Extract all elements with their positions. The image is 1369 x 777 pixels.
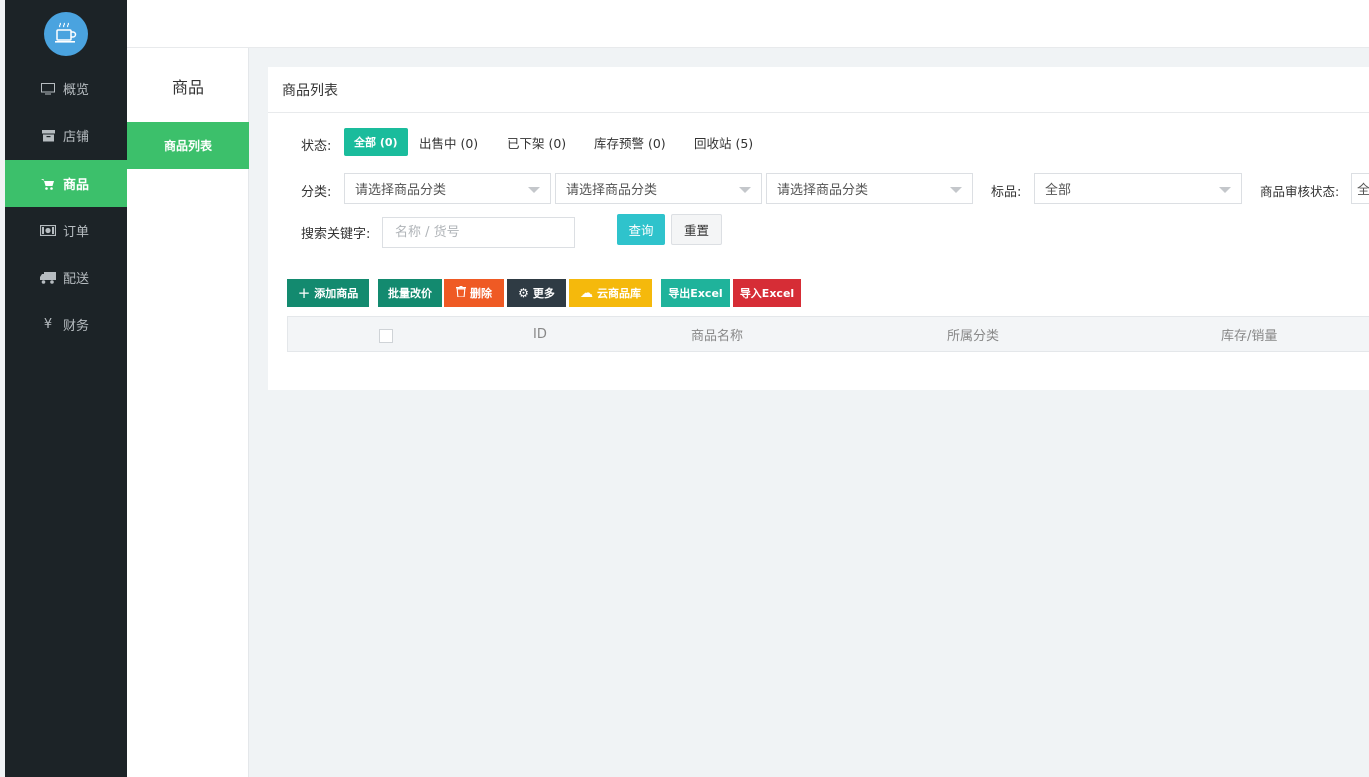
category-select-level1[interactable]: 请选择商品分类: [344, 173, 551, 204]
status-tab-on-sale[interactable]: 出售中 (0): [419, 128, 478, 156]
button-label: 导出Excel: [668, 287, 723, 300]
keyword-label: 搜索关键字:: [301, 227, 371, 242]
table-header: ID 商品名称 所属分类 库存/销量: [287, 316, 1369, 352]
reset-button[interactable]: 重置: [671, 214, 722, 245]
column-header-name: 商品名称: [691, 328, 744, 344]
sidebar-item-finance[interactable]: ¥ 财务: [5, 301, 127, 348]
select-all-checkbox[interactable]: [379, 329, 393, 343]
status-tab-recycle-bin[interactable]: 回收站 (5): [694, 128, 753, 156]
sidebar-item-label: 商品: [63, 178, 90, 193]
main-sidebar: 概览 店铺 商品 订单 配送 ¥ 财务: [5, 0, 127, 777]
add-goods-button[interactable]: + 添加商品: [287, 279, 369, 307]
button-label: 批量改价: [388, 287, 432, 300]
sidebar-item-goods[interactable]: 商品: [5, 160, 127, 207]
category-select-level3[interactable]: 请选择商品分类: [766, 173, 973, 204]
sub-sidebar: 商品 商品列表: [127, 48, 249, 777]
cloud-goods-button[interactable]: ☁ 云商品库: [569, 279, 652, 307]
sidebar-item-store[interactable]: 店铺: [5, 112, 127, 159]
goods-list-panel: 商品列表 状态: 全部 (0) 出售中 (0) 已下架 (0) 库存预警 (0)…: [268, 67, 1369, 390]
trash-icon: [456, 286, 466, 300]
sidebar-item-overview[interactable]: 概览: [5, 65, 127, 112]
coffee-cup-icon[interactable]: [44, 12, 88, 56]
status-tab-off-shelf[interactable]: 已下架 (0): [507, 128, 566, 156]
monitor-icon: [39, 82, 57, 95]
gear-icon: ⚙: [518, 286, 529, 300]
column-header-category: 所属分类: [947, 328, 1000, 344]
top-bar: [127, 0, 1369, 48]
column-header-id: ID: [533, 326, 547, 342]
sidebar-item-label: 概览: [63, 83, 90, 98]
button-label: 添加商品: [314, 287, 359, 300]
button-label: 更多: [532, 287, 555, 300]
button-label: 云商品库: [597, 287, 641, 300]
sidebar-item-label: 订单: [63, 225, 90, 240]
truck-icon: [39, 271, 57, 284]
cloud-upload-icon: ☁: [580, 285, 593, 301]
chevron-down-icon: [739, 187, 751, 193]
select-value: 请选择商品分类: [566, 183, 658, 198]
money-icon: [39, 225, 57, 236]
select-value: 全部: [1357, 183, 1369, 198]
keyword-search-input[interactable]: [382, 217, 575, 248]
audit-status-select[interactable]: 全部: [1351, 173, 1369, 204]
more-button[interactable]: ⚙ 更多: [507, 279, 566, 307]
sidebar-item-label: 财务: [63, 319, 90, 334]
panel-title: 商品列表: [268, 67, 1369, 113]
plus-icon: +: [297, 284, 311, 302]
cart-icon: [39, 178, 57, 190]
status-tab-stock-warning[interactable]: 库存预警 (0): [594, 128, 666, 156]
store-icon: [39, 129, 57, 142]
batch-price-button[interactable]: 批量改价: [378, 279, 442, 307]
sidebar-item-label: 配送: [63, 272, 90, 287]
subnav-item-goods-list[interactable]: 商品列表: [127, 122, 249, 169]
delete-button[interactable]: 删除: [444, 279, 504, 307]
status-label: 状态:: [301, 139, 332, 154]
category-label: 分类:: [301, 185, 332, 200]
sidebar-item-orders[interactable]: 订单: [5, 207, 127, 254]
button-label: 导入Excel: [739, 287, 795, 300]
audit-status-label: 商品审核状态:: [1260, 184, 1340, 199]
export-excel-button[interactable]: 导出Excel: [661, 279, 730, 307]
chevron-down-icon: [950, 187, 962, 193]
yen-icon: ¥: [43, 317, 53, 332]
sidebar-item-delivery[interactable]: 配送: [5, 254, 127, 301]
subnav-title: 商品: [171, 78, 204, 97]
select-value: 全部: [1045, 183, 1072, 198]
query-button[interactable]: 查询: [617, 214, 665, 245]
status-tab-all[interactable]: 全部 (0): [344, 128, 408, 156]
column-header-stock-sales: 库存/销量: [1221, 328, 1278, 344]
button-label: 删除: [470, 287, 492, 300]
select-value: 请选择商品分类: [777, 183, 869, 198]
tag-select[interactable]: 全部: [1034, 173, 1242, 204]
chevron-down-icon: [528, 187, 540, 193]
import-excel-button[interactable]: 导入Excel: [733, 279, 801, 307]
chevron-down-icon: [1219, 187, 1231, 193]
sidebar-item-label: 店铺: [63, 130, 90, 145]
tag-label: 标品:: [991, 185, 1022, 200]
category-select-level2[interactable]: 请选择商品分类: [555, 173, 762, 204]
select-value: 请选择商品分类: [355, 183, 447, 198]
